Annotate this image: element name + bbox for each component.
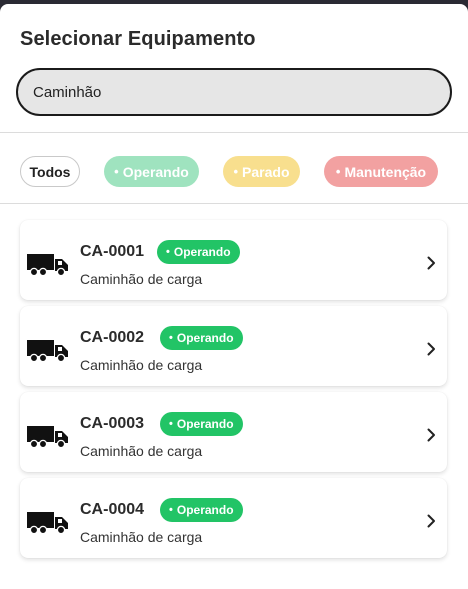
truck-icon — [27, 512, 68, 535]
truck-icon — [27, 340, 68, 363]
equipment-code: CA-0001 — [80, 243, 145, 260]
chevron-right-icon — [427, 428, 435, 442]
filter-chip-label: Parado — [242, 163, 290, 180]
status-dot-icon: • — [114, 164, 119, 179]
divider — [0, 132, 468, 133]
search-input[interactable] — [33, 70, 450, 114]
equipment-type: Caminhão de carga — [80, 529, 203, 545]
search-box[interactable] — [16, 68, 452, 116]
truck-icon — [27, 426, 68, 449]
filter-chip-label: Operando — [122, 163, 189, 180]
equipment-code: CA-0002 — [80, 329, 145, 346]
equipment-card[interactable]: CA-0002 • Operando Caminhão de carga — [20, 306, 447, 386]
status-filters: Todos • Operando • Parado • Manutenção — [20, 156, 438, 187]
page-title: Selecionar Equipamento — [20, 28, 256, 50]
status-dot-icon: • — [169, 418, 173, 430]
equipment-code: CA-0003 — [80, 415, 145, 432]
equipment-type: Caminhão de carga — [80, 443, 203, 459]
status-badge: • Operando — [160, 412, 243, 436]
status-dot-icon: • — [166, 246, 170, 258]
equipment-card[interactable]: CA-0003 • Operando Caminhão de carga — [20, 392, 447, 472]
status-badge: • Operando — [160, 498, 243, 522]
truck-icon — [27, 254, 68, 277]
equipment-type: Caminhão de carga — [80, 271, 203, 287]
chevron-right-icon — [427, 342, 435, 356]
status-badge-label: Operando — [173, 245, 231, 259]
status-badge-label: Operando — [176, 331, 234, 345]
chevron-right-icon — [427, 514, 435, 528]
filter-chip-parado[interactable]: • Parado — [223, 156, 300, 187]
filter-chip-operando[interactable]: • Operando — [104, 156, 199, 187]
status-badge-label: Operando — [176, 503, 234, 517]
equipment-code: CA-0004 — [80, 501, 145, 518]
equipment-list: CA-0001 • Operando Caminhão de carga CA-… — [20, 220, 447, 564]
status-dot-icon: • — [233, 164, 239, 179]
status-badge: • Operando — [157, 240, 240, 264]
divider — [0, 203, 468, 204]
equipment-card[interactable]: CA-0001 • Operando Caminhão de carga — [20, 220, 447, 300]
filter-chip-label: Manutenção — [344, 163, 427, 180]
filter-chip-label: Todos — [29, 163, 71, 180]
status-badge: • Operando — [160, 326, 243, 350]
status-dot-icon: • — [335, 164, 341, 179]
equipment-type: Caminhão de carga — [80, 357, 203, 373]
status-badge-label: Operando — [176, 417, 234, 431]
equipment-card[interactable]: CA-0004 • Operando Caminhão de carga — [20, 478, 447, 558]
chevron-right-icon — [427, 256, 435, 270]
status-dot-icon: • — [169, 332, 173, 344]
filter-chip-manutencao[interactable]: • Manutenção — [324, 156, 438, 187]
filter-chip-todos[interactable]: Todos — [20, 156, 80, 187]
status-dot-icon: • — [169, 504, 173, 516]
equipment-selector-sheet: Selecionar Equipamento Todos • Operando … — [0, 4, 468, 589]
